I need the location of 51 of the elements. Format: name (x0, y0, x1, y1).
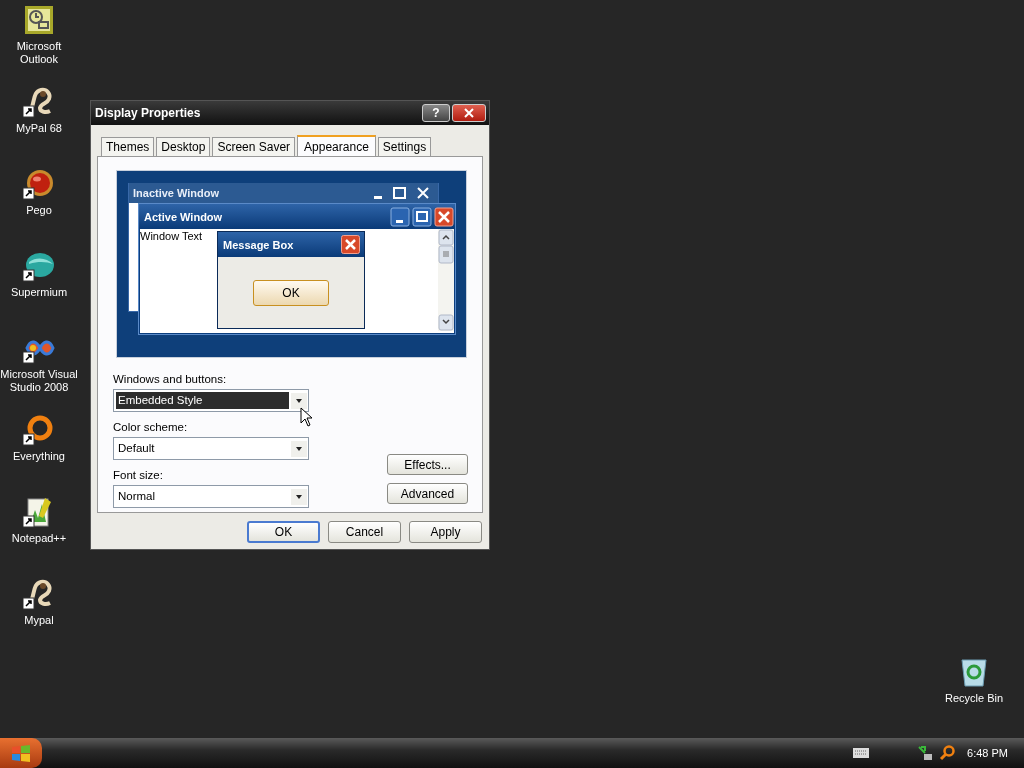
recycle-bin-icon[interactable] (958, 656, 990, 688)
icon-label[interactable]: Microsoft Outlook (0, 40, 78, 66)
close-icon (341, 235, 360, 254)
close-button[interactable] (452, 104, 486, 122)
close-icon (464, 108, 474, 118)
tab[interactable]: Themes (101, 137, 155, 156)
dropdown[interactable]: Default (113, 437, 309, 460)
globe-icon[interactable] (23, 250, 55, 282)
ball-icon[interactable] (23, 168, 55, 200)
field-label: Color scheme: (113, 420, 189, 434)
ring-icon[interactable] (23, 414, 55, 446)
ok-button[interactable]: OK (253, 279, 329, 306)
ferret-icon[interactable] (23, 578, 55, 610)
icon-label[interactable]: Microsoft Visual Studio 2008 (0, 368, 78, 394)
calendar-mail-icon[interactable] (23, 4, 55, 36)
icon-label[interactable]: Supermium (0, 286, 78, 299)
tab[interactable]: Screen Saver (212, 137, 296, 156)
field-label: Windows and buttons: (113, 372, 228, 386)
icon-label[interactable]: Recycle Bin (935, 692, 1013, 705)
help-button[interactable]: ? (422, 104, 450, 122)
icon-label[interactable]: Notepad++ (0, 532, 78, 545)
window-text: Window Text (140, 229, 203, 244)
tab[interactable]: Appearance (297, 135, 376, 156)
ferret-icon[interactable] (23, 86, 55, 118)
field-label: Font size: (113, 468, 164, 482)
window-title: Inactive Window (133, 187, 220, 199)
search-icon[interactable] (939, 745, 956, 761)
dropdown[interactable]: Embedded Style (113, 389, 309, 412)
dialog-button[interactable]: OK (247, 521, 320, 543)
window-title: Display Properties (95, 106, 202, 120)
dialog-button[interactable]: Effects... (387, 454, 468, 475)
window-controls-icon (390, 206, 454, 227)
window-title: Message Box (223, 238, 294, 251)
icon-label[interactable]: Mypal (0, 614, 78, 627)
tab[interactable]: Desktop (156, 137, 211, 156)
dropdown[interactable]: Normal (113, 485, 309, 508)
icon-label[interactable]: Pego (0, 204, 78, 217)
dialog-button[interactable]: Advanced (387, 483, 468, 504)
scrollbar-icon (438, 229, 454, 331)
window-title: Active Window (144, 210, 223, 223)
keyboard-icon[interactable] (853, 748, 870, 758)
dialog-button[interactable]: Apply (409, 521, 482, 543)
tab[interactable]: Settings (377, 137, 432, 156)
mouse-cursor-icon (300, 407, 312, 427)
clock[interactable]: 6:48 PM (967, 747, 1008, 759)
network-icon[interactable] (917, 745, 934, 761)
icon-label[interactable]: Everything (0, 450, 78, 463)
windows-logo-icon (11, 744, 31, 762)
dialog-button[interactable]: Cancel (328, 521, 401, 543)
icon-label[interactable]: MyPal 68 (0, 122, 78, 135)
start-button[interactable] (0, 738, 42, 768)
